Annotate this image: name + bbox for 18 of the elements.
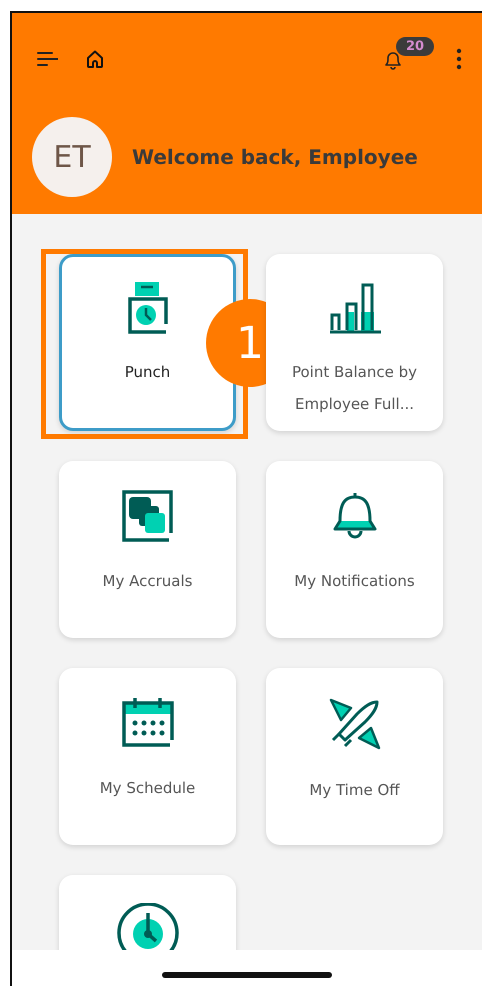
bar-chart-icon: [328, 282, 382, 334]
tile-card[interactable]: My Accruals: [59, 461, 236, 638]
more-icon[interactable]: [456, 48, 462, 70]
tile-card[interactable]: Punch: [59, 254, 236, 431]
tile-card[interactable]: My Schedule: [59, 668, 236, 845]
tile-card[interactable]: Point Balance by Employee Full...: [266, 254, 443, 431]
tile-card[interactable]: My Notifications: [266, 461, 443, 638]
airplane-icon: [326, 696, 382, 752]
clock-card-icon: [126, 282, 170, 334]
notification-badge: 20: [396, 37, 434, 56]
menu-icon[interactable]: [36, 50, 58, 68]
home-icon[interactable]: [85, 49, 105, 69]
overlapping-squares-icon: [120, 489, 174, 543]
timer-icon: [116, 903, 178, 950]
welcome-text: Welcome back, Employee: [132, 145, 418, 169]
calendar-icon: [120, 696, 174, 750]
avatar: ET: [32, 117, 112, 197]
tile-card[interactable]: My Time Off: [266, 668, 443, 845]
